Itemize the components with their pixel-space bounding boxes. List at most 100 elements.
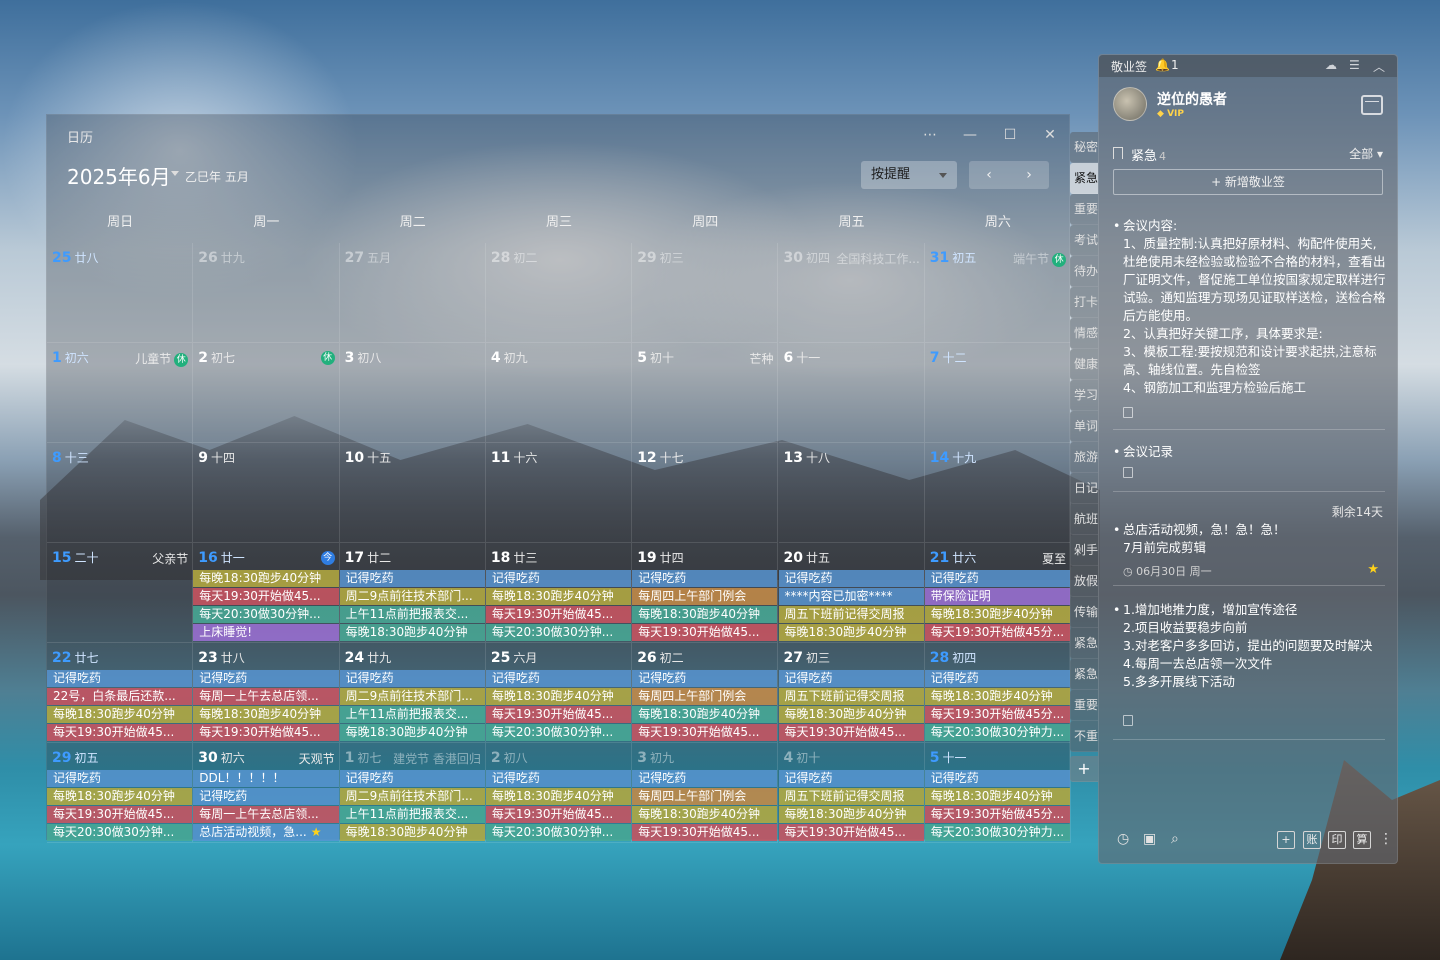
calendar-event[interactable]: 每天19:30开始做45... xyxy=(778,724,924,741)
day-cell[interactable]: 21 廿六 夏至 记得吃药 带保险证明 每晚18:30跑步40分钟 每天19:30开始做45… xyxy=(924,543,1072,643)
calendar-event[interactable]: 每天20:30做30分钟... xyxy=(193,606,339,623)
calendar-event[interactable]: 上午11点前把报表交... xyxy=(339,806,485,823)
calendar-event[interactable]: 记得吃药 xyxy=(339,770,485,787)
calendar-event[interactable]: 每晚18:30跑步40分钟 xyxy=(339,624,485,641)
calendar-event[interactable]: 每晚18:30跑步40分钟 xyxy=(339,824,485,841)
calendar-event[interactable]: 每晚18:30跑步40分钟 xyxy=(485,688,632,705)
calendar-icon[interactable] xyxy=(1361,95,1383,115)
day-cell[interactable]: 12 十七 xyxy=(632,443,779,543)
calendar-event[interactable]: 周二9点前往技术部门... xyxy=(339,588,485,605)
print-icon[interactable]: 印 xyxy=(1328,831,1346,849)
category-tab[interactable]: 重要 xyxy=(1070,194,1098,225)
avatar[interactable] xyxy=(1113,87,1147,121)
day-cell[interactable]: 29 初三 xyxy=(632,243,779,343)
calendar-event[interactable]: 每周一上午去总店领... xyxy=(193,688,339,705)
prev-month-button[interactable]: ‹ xyxy=(969,161,1009,189)
calendar-event[interactable]: 每晚18:30跑步40分钟 xyxy=(339,724,485,741)
calendar-event[interactable]: 每晚18:30跑步40分钟 xyxy=(924,606,1071,623)
category-tab[interactable]: 健康 xyxy=(1070,349,1098,380)
calendar-event[interactable]: 每周四上午部门例会 xyxy=(632,688,778,705)
bell-icon[interactable]: 🔔 xyxy=(1155,58,1170,72)
day-cell[interactable]: 5 十一 记得吃药 每晚18:30跑步40分钟 每天19:30开始做45分... 每天20… xyxy=(924,743,1072,843)
calendar-event[interactable]: 每晚18:30跑步40分钟 xyxy=(924,688,1071,705)
menu-icon[interactable]: ☰ xyxy=(1349,58,1360,72)
calendar-event[interactable]: 周二9点前往技术部门... xyxy=(339,788,485,805)
calendar-event[interactable]: 周五下班前记得交周报 xyxy=(778,688,924,705)
note-item[interactable]: • 1.增加地推力度，增加宣传途径 2.项目收益要稳步向前 3.对老客户多多回访… xyxy=(1113,601,1387,691)
more-icon[interactable]: ⋯ xyxy=(915,125,945,145)
category-tab[interactable]: 秘密 xyxy=(1070,132,1098,163)
day-cell[interactable]: 9 十四 xyxy=(193,443,340,543)
category-tab[interactable]: 剁手 xyxy=(1070,535,1098,566)
day-cell[interactable]: 3 初八 xyxy=(339,343,486,443)
category-tab[interactable]: 航班 xyxy=(1070,504,1098,535)
category-tab[interactable]: 打卡 xyxy=(1070,287,1098,318)
category-tab[interactable]: 紧急 xyxy=(1070,659,1098,690)
category-tab[interactable]: 学习 xyxy=(1070,380,1098,411)
day-cell[interactable]: 1 初七 建党节 香港回归 记得吃药 周二9点前往技术部门... 上午11点前把报表交..… xyxy=(339,743,486,843)
calendar-event[interactable]: 上床睡觉! xyxy=(193,624,339,641)
category-tab[interactable]: 不重 xyxy=(1070,721,1098,752)
calendar-event[interactable]: 每晚18:30跑步40分钟 xyxy=(924,788,1071,805)
maximize-icon[interactable]: ☐ xyxy=(995,125,1025,145)
calendar-event[interactable]: 周五下班前记得交周报 xyxy=(778,606,924,623)
day-cell[interactable]: 15 二十 父亲节 xyxy=(47,543,194,643)
day-cell[interactable]: 27 五月 xyxy=(339,243,486,343)
attachment-icon[interactable] xyxy=(1123,467,1133,478)
category-tab[interactable]: 单词 xyxy=(1070,411,1098,442)
calendar-event[interactable]: 每晚18:30跑步40分钟 xyxy=(778,624,924,641)
day-cell[interactable]: 2 初八 记得吃药 每晚18:30跑步40分钟 每天19:30开始做45... 每天20:… xyxy=(485,743,633,843)
day-cell[interactable]: 6 十一 xyxy=(778,343,925,443)
calendar-event[interactable]: 记得吃药 xyxy=(632,770,778,787)
calendar-event[interactable]: 记得吃药 xyxy=(632,670,778,687)
calendar-event[interactable]: 记得吃药 xyxy=(485,770,632,787)
attachment-icon[interactable] xyxy=(1123,407,1133,418)
day-cell[interactable]: 16 廿一 今每晚18:30跑步40分钟 每天19:30开始做45... 每天20:30… xyxy=(193,543,340,643)
day-cell[interactable]: 4 初十 记得吃药 周五下班前记得交周报 每晚18:30跑步40分钟 每天19:30开始做… xyxy=(778,743,925,843)
close-icon[interactable]: ✕ xyxy=(1035,125,1065,145)
day-cell[interactable]: 18 廿三 记得吃药 每晚18:30跑步40分钟 每天19:30开始做45... 每天20… xyxy=(485,543,633,643)
calendar-event[interactable]: 每晚18:30跑步40分钟 xyxy=(632,706,778,723)
day-cell[interactable]: 10 十五 xyxy=(339,443,486,543)
minimize-icon[interactable]: — xyxy=(955,125,985,145)
calendar-event[interactable]: ****内容已加密**** xyxy=(778,588,924,605)
calendar-event[interactable]: 每天19:30开始做45分... xyxy=(924,806,1071,823)
add-category-button[interactable]: + xyxy=(1070,756,1098,782)
calendar-event[interactable]: 每天20:30做30分钟... xyxy=(485,624,632,641)
day-cell[interactable]: 1 初六 儿童节休 xyxy=(47,343,194,443)
calendar-event[interactable]: 上午11点前把报表交... xyxy=(339,606,485,623)
day-cell[interactable]: 11 十六 xyxy=(485,443,633,543)
calendar-event[interactable]: 记得吃药 xyxy=(924,670,1071,687)
calendar-event[interactable]: 周二9点前往技术部门... xyxy=(339,688,485,705)
calendar-event[interactable]: 每晚18:30跑步40分钟 xyxy=(193,570,339,587)
day-cell[interactable]: 25 六月 记得吃药 每晚18:30跑步40分钟 每天19:30开始做45... 每天20… xyxy=(485,643,633,743)
search-icon[interactable]: ⌕ xyxy=(1171,831,1179,847)
calendar-event[interactable]: 每晚18:30跑步40分钟 xyxy=(47,706,193,723)
calendar-event[interactable]: 每天19:30开始做45分... xyxy=(924,706,1071,723)
day-cell[interactable]: 23 廿八 记得吃药 每周一上午去总店领... 每晚18:30跑步40分钟 每天19:30… xyxy=(193,643,340,743)
day-cell[interactable]: 27 初三 记得吃药 周五下班前记得交周报 每晚18:30跑步40分钟 每天19:30开始… xyxy=(778,643,925,743)
day-cell[interactable]: 30 初四 全国科技工作... xyxy=(778,243,925,343)
calendar-event[interactable]: 每天20:30做30分钟力... xyxy=(924,724,1071,741)
day-cell[interactable]: 7 十二 xyxy=(924,343,1072,443)
category-tab[interactable]: 传输 xyxy=(1070,597,1098,628)
calendar-event[interactable]: 记得吃药 xyxy=(485,570,632,587)
calendar-event[interactable]: 22号，白条最后还款... xyxy=(47,688,193,705)
calendar-event[interactable]: 记得吃药 xyxy=(47,670,193,687)
calendar-event[interactable]: 每天20:30做30分钟力... xyxy=(924,824,1071,841)
calendar-event[interactable]: 每天19:30开始做45... xyxy=(485,606,632,623)
calendar-event[interactable]: 每天19:30开始做45... xyxy=(485,706,632,723)
more-vertical-icon[interactable]: ⋮ xyxy=(1379,831,1393,847)
calendar-event[interactable]: 每周四上午部门例会 xyxy=(632,788,778,805)
calendar-event[interactable]: 每天19:30开始做45... xyxy=(632,624,778,641)
calendar-event[interactable]: 上午11点前把报表交... xyxy=(339,706,485,723)
calendar-event[interactable]: 记得吃药 xyxy=(778,570,924,587)
day-cell[interactable]: 29 初五 记得吃药 每晚18:30跑步40分钟 每天19:30开始做45... 每天20… xyxy=(47,743,194,843)
remind-filter-select[interactable]: 按提醒 xyxy=(861,161,957,189)
checklist-icon[interactable]: ▣ xyxy=(1143,831,1156,847)
calendar-event[interactable]: 每晚18:30跑步40分钟 xyxy=(778,806,924,823)
calendar-event[interactable]: 每晚18:30跑步40分钟 xyxy=(485,588,632,605)
calendar-event[interactable]: 每天19:30开始做45... xyxy=(47,806,193,823)
day-cell[interactable]: 26 廿九 xyxy=(193,243,340,343)
calendar-event[interactable]: 每天19:30开始做45... xyxy=(778,824,924,841)
